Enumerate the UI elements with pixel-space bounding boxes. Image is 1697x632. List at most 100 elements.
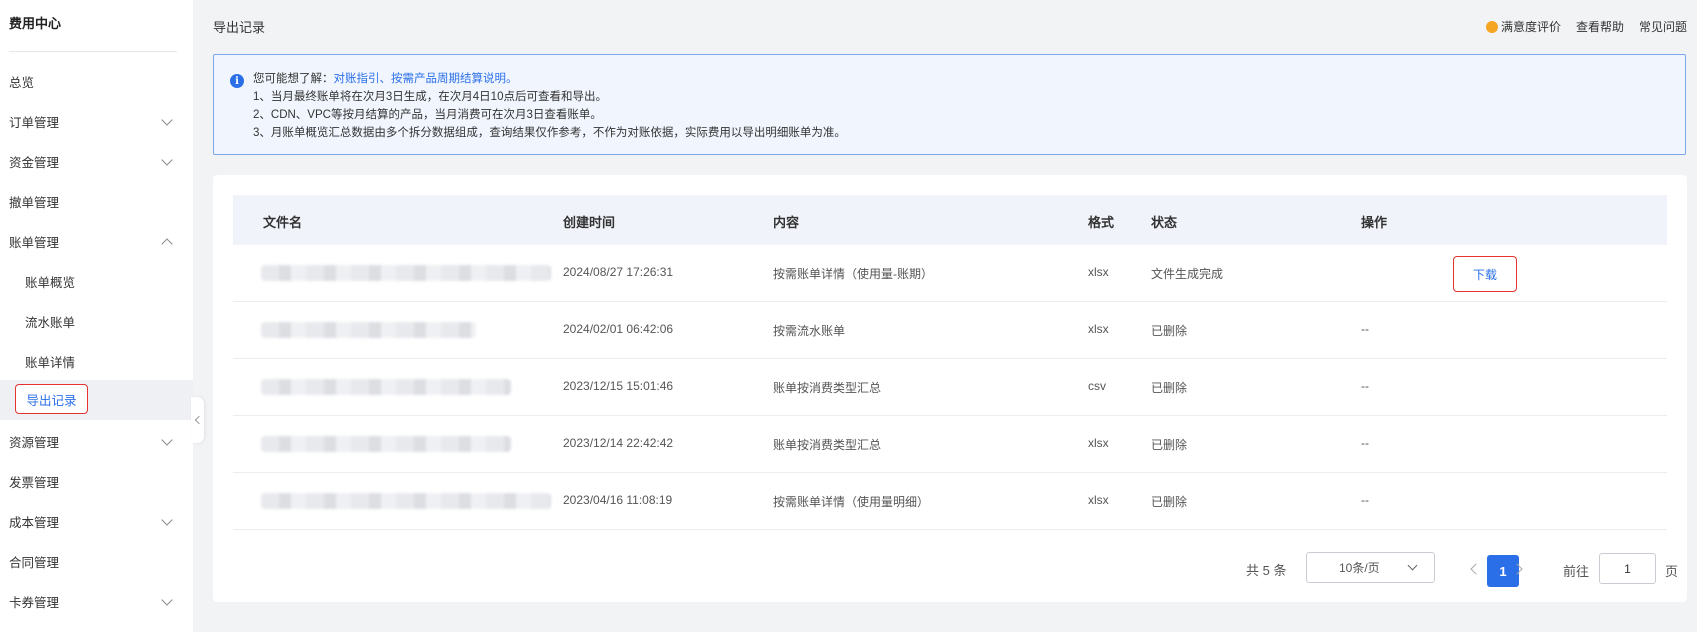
- status: 已删除: [1151, 438, 1188, 452]
- chevron-down-icon: [1407, 560, 1418, 571]
- chevron-down-icon: [161, 594, 173, 606]
- status: 已删除: [1151, 381, 1188, 395]
- status: 已删除: [1151, 495, 1188, 509]
- goto-page-input[interactable]: [1599, 553, 1656, 584]
- sidebar-item-label: 卡券管理: [9, 595, 60, 610]
- download-button[interactable]: 下载: [1453, 256, 1517, 292]
- sidebar-item-cancel-orders[interactable]: 撤单管理: [0, 181, 193, 221]
- sidebar-item-label: 合同管理: [9, 555, 60, 570]
- content: 按需账单详情（使用量-账期）: [773, 267, 933, 281]
- created-time: 2023/04/16 11:08:19: [563, 493, 673, 507]
- format: csv: [1088, 379, 1106, 393]
- sidebar-item-orders[interactable]: 订单管理: [0, 101, 193, 141]
- sidebar-item-bill-details[interactable]: 账单详情: [0, 341, 193, 381]
- action-placeholder: --: [1361, 436, 1369, 450]
- content: 按需账单详情（使用量明细）: [773, 495, 930, 509]
- filename-redacted: [261, 493, 551, 509]
- chevron-down-icon: [161, 154, 173, 166]
- format: xlsx: [1088, 493, 1109, 507]
- table-row: 2023/04/16 11:08:19 按需账单详情（使用量明细） xlsx 已…: [233, 473, 1667, 530]
- notice-box: i 您可能想了解：对账指引、按需产品周期结算说明。 1、当月最终账单将在次月3日…: [213, 54, 1686, 155]
- chevron-down-icon: [161, 434, 173, 446]
- created-time: 2024/08/27 17:26:31: [563, 265, 674, 279]
- info-icon: i: [230, 74, 244, 88]
- notice-line: 1、当月最终账单将在次月3日生成，在次月4日10点后可查看和导出。: [253, 91, 607, 103]
- sidebar-item-label: 资金管理: [9, 155, 60, 170]
- sidebar-item-label: 成本管理: [9, 515, 60, 530]
- sidebar-item-label: 资源管理: [9, 435, 60, 450]
- pagination-total: 共 5 条: [1246, 563, 1287, 578]
- status: 文件生成完成: [1151, 267, 1224, 281]
- table-row: 2023/12/14 22:42:42 账单按消费类型汇总 xlsx 已删除 -…: [233, 416, 1667, 473]
- sidebar-item-export-records[interactable]: 导出记录: [15, 384, 88, 414]
- filename-redacted: [261, 379, 511, 395]
- sidebar-item-coupons[interactable]: 卡券管理: [0, 581, 193, 621]
- export-records-card: 文件名 创建时间 内容 格式 状态 操作 2024/08/27 17:26:31…: [213, 175, 1687, 602]
- content: 账单按消费类型汇总: [773, 381, 882, 395]
- content: 按需流水账单: [773, 324, 846, 338]
- action-placeholder: --: [1361, 379, 1369, 393]
- sidebar-item-contracts[interactable]: 合同管理: [0, 541, 193, 581]
- sidebar-item-label: 发票管理: [9, 475, 60, 490]
- sidebar-title: 费用中心: [9, 16, 62, 31]
- smiley-icon: [1485, 21, 1498, 33]
- notice-heading: 您可能想了解：对账指引、按需产品周期结算说明。: [253, 70, 518, 86]
- page-size-select[interactable]: 10条/页: [1306, 552, 1435, 583]
- column-header-filename: 文件名: [263, 215, 303, 230]
- notice-link[interactable]: 对账指引、按需产品周期结算说明。: [334, 73, 518, 85]
- created-time: 2023/12/15 15:01:46: [563, 379, 674, 393]
- sidebar-item-cost[interactable]: 成本管理: [0, 501, 193, 541]
- filename-redacted: [261, 322, 476, 338]
- sidebar-item-resources[interactable]: 资源管理: [0, 421, 193, 461]
- sidebar-item-transaction-bills[interactable]: 流水账单: [0, 301, 193, 341]
- sidebar-item-bill-overview[interactable]: 账单概览: [0, 261, 193, 301]
- sidebar-item-label: 流水账单: [25, 315, 76, 330]
- chevron-down-icon: [161, 114, 173, 126]
- goto-label: 前往: [1563, 564, 1590, 579]
- status: 已删除: [1151, 324, 1188, 338]
- column-header-format: 格式: [1088, 215, 1115, 230]
- sidebar-item-invoices[interactable]: 发票管理: [0, 461, 193, 501]
- sidebar-item-overview[interactable]: 总览: [0, 61, 193, 101]
- content: 账单按消费类型汇总: [773, 438, 882, 452]
- goto-unit: 页: [1665, 564, 1679, 579]
- sidebar-item-label: 订单管理: [9, 115, 60, 130]
- chevron-left-icon: [194, 415, 204, 425]
- filename-redacted: [261, 265, 551, 281]
- page-size-value: 10条/页: [1339, 561, 1380, 575]
- sidebar-item-billing[interactable]: 账单管理: [0, 221, 193, 261]
- sidebar-item-funds[interactable]: 资金管理: [0, 141, 193, 181]
- rating-link[interactable]: 满意度评价: [1485, 18, 1561, 35]
- table-row: 2023/12/15 15:01:46 账单按消费类型汇总 csv 已删除 --: [233, 359, 1667, 416]
- sidebar-item-label: 撤单管理: [9, 195, 60, 210]
- column-header-action: 操作: [1361, 215, 1388, 230]
- table-header: 文件名 创建时间 内容 格式 状态 操作: [233, 195, 1667, 245]
- notice-line: 3、月账单概览汇总数据由多个拆分数据组成，查询结果仅作参考，不作为对账依据，实际…: [253, 127, 846, 139]
- sidebar-item-label: 账单概览: [25, 275, 76, 290]
- page-title: 导出记录: [213, 20, 266, 35]
- sidebar-item-label: 账单详情: [25, 355, 76, 370]
- chevron-down-icon: [161, 514, 173, 526]
- column-header-status: 状态: [1151, 215, 1178, 230]
- prev-page-icon[interactable]: [1470, 563, 1482, 575]
- faq-link[interactable]: 常见问题: [1639, 18, 1687, 35]
- format: xlsx: [1088, 436, 1109, 450]
- help-link[interactable]: 查看帮助: [1576, 18, 1624, 35]
- header-links: 满意度评价 查看帮助 常见问题: [1485, 18, 1687, 35]
- sidebar-item-label: 总览: [9, 75, 35, 90]
- table-row: 2024/08/27 17:26:31 按需账单详情（使用量-账期） xlsx …: [233, 245, 1667, 302]
- action-placeholder: --: [1361, 322, 1369, 336]
- created-time: 2023/12/14 22:42:42: [563, 436, 674, 450]
- format: xlsx: [1088, 322, 1109, 336]
- format: xlsx: [1088, 265, 1109, 279]
- column-header-created: 创建时间: [563, 215, 616, 230]
- column-header-content: 内容: [773, 215, 800, 230]
- table-row: 2024/02/01 06:42:06 按需流水账单 xlsx 已删除 --: [233, 302, 1667, 359]
- sidebar-collapse-button[interactable]: [191, 397, 204, 443]
- notice-prefix: 您可能想了解：: [253, 73, 334, 85]
- created-time: 2024/02/01 06:42:06: [563, 322, 674, 336]
- action-placeholder: --: [1361, 493, 1369, 507]
- sidebar-item-label: 账单管理: [9, 235, 60, 250]
- filename-redacted: [261, 436, 511, 452]
- notice-line: 2、CDN、VPC等按月结算的产品，当月消费可在次月3日查看账单。: [253, 109, 602, 121]
